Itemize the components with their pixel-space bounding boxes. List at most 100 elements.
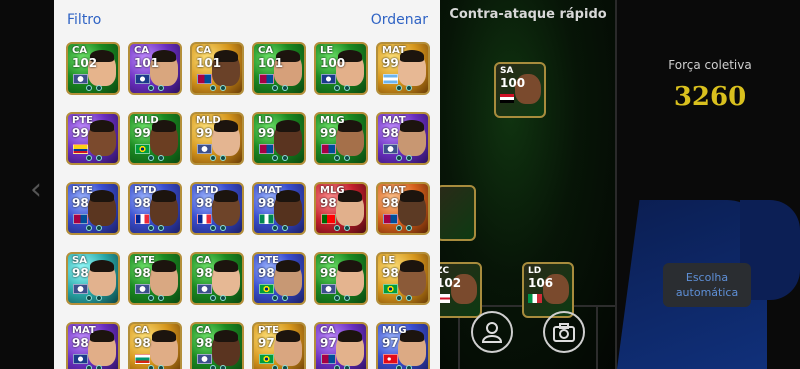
player-position: CA [320,325,336,336]
skill-dots [266,365,294,369]
player-rating: 98 [382,126,399,140]
player-rating: 98 [72,336,89,350]
player-card[interactable]: CA 101 [190,42,244,95]
player-position: CA [196,325,212,336]
player-card[interactable]: PTE 98 [252,252,306,305]
pitch-player-card[interactable] [436,185,476,241]
player-card[interactable]: CA 101 [252,42,306,95]
flag-icon [259,74,274,84]
player-card[interactable]: MLD 99 [128,112,182,165]
player-hair [276,330,300,342]
flag-icon [73,214,88,224]
player-rating: 99 [134,126,151,140]
flag-icon [135,74,150,84]
player-card[interactable]: CA 102 [66,42,120,95]
skill-dots [390,295,418,301]
player-rating: 98 [134,336,151,350]
player-rating: 98 [258,196,275,210]
flag-icon [528,294,542,303]
player-hair [338,330,362,342]
flag-icon [321,74,336,84]
skill-dots [266,85,294,91]
player-card[interactable]: PTE 98 [128,252,182,305]
camera-icon [553,323,575,342]
player-card[interactable]: CA 101 [128,42,182,95]
player-rating: 100 [320,56,346,70]
player-profile-button[interactable] [471,311,513,353]
skill-dots [204,85,232,91]
player-position: SA [72,255,87,266]
player-card[interactable]: CA 98 [190,322,244,369]
skill-dots [328,365,356,369]
player-position: MAT [382,185,406,196]
player-card[interactable]: PTD 98 [190,182,244,235]
player-card[interactable]: PTE 97 [252,322,306,369]
flag-icon [73,354,88,364]
player-card[interactable]: CA 98 [190,252,244,305]
player-card[interactable]: CA 98 [128,322,182,369]
sort-button[interactable]: Ordenar [371,12,428,28]
player-card[interactable]: MAT 98 [376,112,430,165]
player-card[interactable]: MLG 99 [314,112,368,165]
chevron-left-icon[interactable]: ‹ [30,172,42,207]
player-hair [90,260,114,272]
player-position: CA [196,45,212,56]
flag-icon [321,214,336,224]
player-rating: 100 [500,76,526,90]
skill-dots [328,295,356,301]
player-card[interactable]: LD 99 [252,112,306,165]
player-rating: 98 [72,196,89,210]
player-hair [90,190,114,202]
skill-dots [204,225,232,231]
player-position: MLD [196,115,221,126]
flag-icon [135,284,150,294]
player-card[interactable]: MLG 97 [376,322,430,369]
player-card[interactable]: SA 98 [66,252,120,305]
panel-divider [615,0,617,369]
player-card[interactable]: MAT 98 [66,322,120,369]
player-card[interactable]: MAT 98 [376,182,430,235]
player-card[interactable]: MAT 99 [376,42,430,95]
player-hair [214,260,238,272]
player-rating: 99 [258,126,275,140]
pitch-player-card[interactable]: LD 106 [522,262,574,318]
player-card[interactable]: CA 97 [314,322,368,369]
player-card[interactable]: LE 100 [314,42,368,95]
flag-icon [197,144,212,154]
player-rating: 97 [258,336,275,350]
player-position: LE [320,45,334,56]
player-rating: 98 [134,196,151,210]
camera-button[interactable] [543,311,585,353]
player-position: CA [134,45,150,56]
auto-select-button[interactable]: Escolha automática [663,263,751,307]
player-hair [276,260,300,272]
player-position: PTE [258,325,279,336]
player-position: MAT [72,325,96,336]
pitch-player-card[interactable]: SA 100 [494,62,546,118]
player-card[interactable]: PTE 99 [66,112,120,165]
player-position: MAT [258,185,282,196]
skill-dots [142,365,170,369]
skill-dots [80,365,108,369]
player-card[interactable]: LE 98 [376,252,430,305]
player-card[interactable]: PTE 98 [66,182,120,235]
player-hair [152,330,176,342]
player-card[interactable]: MLG 98 [314,182,368,235]
player-rating: 101 [134,56,160,70]
filter-button[interactable]: Filtro [67,12,101,28]
player-card[interactable]: PTD 98 [128,182,182,235]
player-card[interactable]: ZC 98 [314,252,368,305]
player-rating: 99 [72,126,89,140]
flag-icon [259,354,274,364]
skill-dots [390,225,418,231]
skill-dots [142,155,170,161]
flag-icon [259,284,274,294]
skill-dots [142,295,170,301]
player-position: CA [196,255,212,266]
player-position: PTE [258,255,279,266]
player-card[interactable]: MAT 98 [252,182,306,235]
player-position: MAT [382,45,406,56]
flag-icon [321,354,336,364]
flag-icon [197,284,212,294]
player-card[interactable]: MLD 99 [190,112,244,165]
